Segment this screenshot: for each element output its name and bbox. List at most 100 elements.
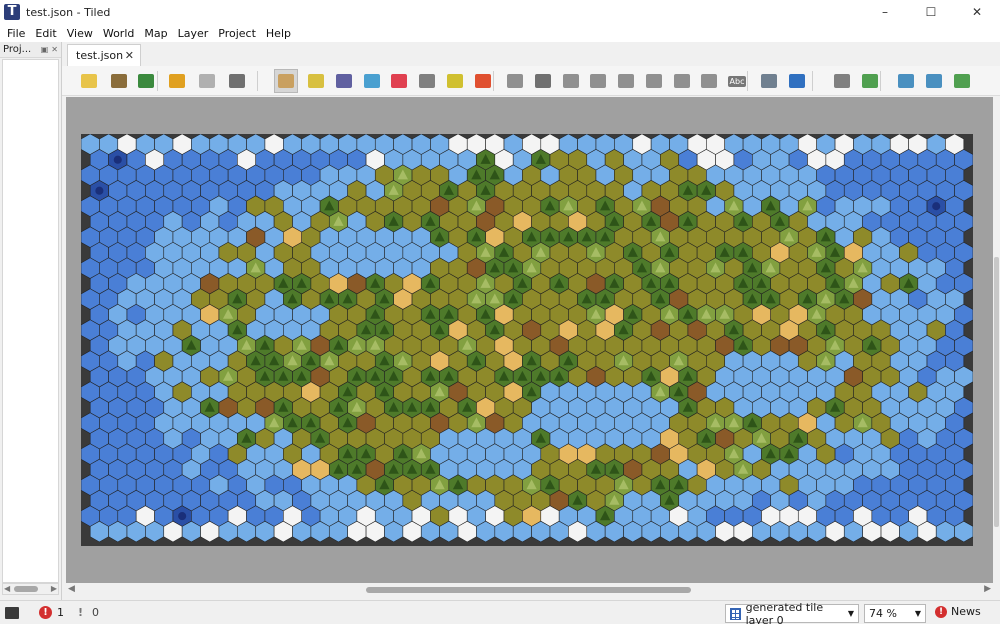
random-mode-icon [834,74,850,88]
edit-polygons-button[interactable] [531,69,555,93]
project-panel-title: Proj... [3,44,32,55]
vertical-scrollbar[interactable] [993,97,1000,583]
menu-bar: File Edit View World Map Layer Project H… [0,24,1000,42]
menu-file[interactable]: File [2,27,30,40]
select-same-button[interactable] [471,69,495,93]
tab-test-json[interactable]: test.json ✕ [67,44,141,66]
close-panel-icon[interactable]: ✕ [51,45,58,54]
new-map-icon [81,74,97,88]
zoom-select[interactable]: 74 % ▼ [864,604,926,623]
move-tool-button[interactable] [785,69,809,93]
edit-polygons-icon [535,74,551,88]
news-button[interactable]: ! News [935,605,981,618]
menu-help[interactable]: Help [261,27,296,40]
world-tool-button[interactable] [757,69,781,93]
map-view[interactable] [66,97,993,583]
select-same-icon [475,74,491,88]
menu-view[interactable]: View [62,27,98,40]
project-tree[interactable] [2,59,59,583]
insert-ellipse-icon [618,74,634,88]
rect-select-button[interactable] [415,69,439,93]
open-button[interactable] [107,69,131,93]
insert-rectangle-button[interactable] [559,69,583,93]
warning-icon[interactable]: ! [78,606,83,619]
current-layer-value: generated tile layer 0 [745,600,824,624]
flip-vertical-button[interactable] [922,69,946,93]
eraser-button[interactable] [387,69,411,93]
toolbar-separator [157,71,158,91]
commands-button[interactable] [225,69,249,93]
undo-button[interactable] [165,69,189,93]
hex-tiles [81,134,973,546]
insert-tile-icon [674,74,690,88]
menu-layer[interactable]: Layer [173,27,214,40]
toolbar-separator [880,71,881,91]
rotate-button[interactable] [950,69,974,93]
panel-controls: ▣ ✕ [41,45,58,54]
tiled-app-icon: T [4,4,20,20]
scroll-right-icon[interactable]: ▶ [51,584,57,593]
close-button[interactable]: ✕ [954,0,1000,24]
flip-vertical-icon [926,74,942,88]
magic-wand-button[interactable] [443,69,467,93]
title-bar: T test.json - Tiled – ☐ ✕ [0,0,1000,24]
terrain-brush-button[interactable] [304,69,328,93]
scroll-left-icon[interactable]: ◀ [4,584,10,593]
warning-count: 0 [92,606,100,619]
status-bar: ! 1 ! 0 generated tile layer 0 ▼ 74 % ▼ … [0,600,1000,624]
stamp-brush-button[interactable] [274,69,298,93]
window-controls: – ☐ ✕ [862,0,1000,24]
shape-fill-button[interactable] [360,69,384,93]
insert-polygon-icon [646,74,662,88]
horizontal-scrollbar-thumb[interactable] [366,587,691,593]
new-map-button[interactable] [77,69,101,93]
horizontal-scrollbar[interactable]: ◀ ▶ [66,583,993,597]
main-toolbar: Abc [62,66,1000,96]
redo-button[interactable] [195,69,219,93]
insert-tile-button[interactable] [670,69,694,93]
project-panel-scrollbar[interactable]: ◀ ▶ [2,583,59,595]
menu-edit[interactable]: Edit [30,27,61,40]
float-panel-icon[interactable]: ▣ [41,45,49,54]
maximize-button[interactable]: ☐ [908,0,954,24]
chevron-down-icon: ▼ [847,609,854,618]
save-button[interactable] [134,69,158,93]
commands-icon [229,74,245,88]
close-tab-icon[interactable]: ✕ [125,49,134,62]
menu-world[interactable]: World [98,27,140,40]
flip-horizontal-icon [898,74,914,88]
current-layer-select[interactable]: generated tile layer 0 ▼ [725,600,859,624]
bucket-fill-button[interactable] [332,69,356,93]
hex-map[interactable] [81,134,973,546]
wang-fill-button[interactable] [858,69,882,93]
tile-layer-icon [730,607,741,620]
tab-label: test.json [76,49,124,62]
document-tabs: test.json ✕ [62,42,1000,66]
insert-template-button[interactable] [697,69,721,93]
eraser-icon [391,74,407,88]
menu-map[interactable]: Map [139,27,172,40]
insert-rectangle-icon [563,74,579,88]
scroll-left-icon[interactable]: ◀ [68,584,75,594]
insert-text-icon: Abc [727,75,747,87]
whirlpool-icon [932,202,941,211]
error-icon[interactable]: ! [39,606,52,619]
project-panel: Proj... ▣ ✕ [0,42,62,600]
menu-project[interactable]: Project [213,27,261,40]
move-tool-icon [789,74,805,88]
minimize-button[interactable]: – [862,0,908,24]
select-objects-button[interactable] [503,69,527,93]
insert-polygon-button[interactable] [642,69,666,93]
insert-text-button[interactable]: Abc [725,69,749,93]
wang-fill-icon [862,74,878,88]
vertical-scrollbar-thumb[interactable] [994,257,999,527]
bucket-fill-icon [336,74,352,88]
flip-horizontal-button[interactable] [894,69,918,93]
random-mode-button[interactable] [830,69,854,93]
scrollbar-thumb[interactable] [14,586,38,592]
insert-template-icon [701,74,717,88]
insert-ellipse-button[interactable] [614,69,638,93]
console-icon[interactable] [5,606,19,619]
insert-point-button[interactable] [586,69,610,93]
scroll-right-icon[interactable]: ▶ [984,584,991,594]
